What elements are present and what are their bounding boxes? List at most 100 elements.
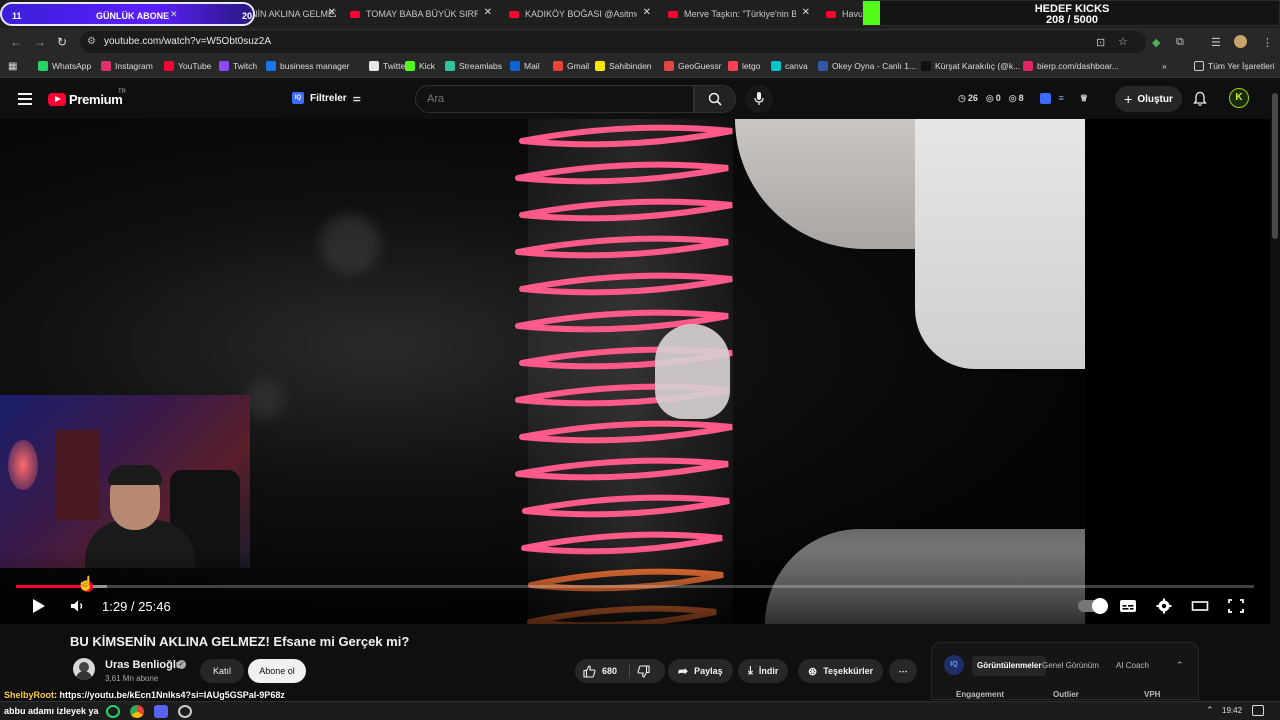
discord-taskbar-icon[interactable] xyxy=(154,705,168,718)
create-button[interactable]: + Oluştur xyxy=(1115,86,1182,112)
video-player[interactable]: ☝ 1:29 / 25:46 xyxy=(0,119,1270,624)
search-box[interactable] xyxy=(415,85,694,113)
all-bookmarks-label: Tüm Yer İşaretleri xyxy=(1208,61,1275,71)
hamburger-menu-icon[interactable] xyxy=(18,93,32,105)
browser-menu-icon[interactable]: ⋮ xyxy=(1262,36,1273,49)
forward-icon[interactable]: → xyxy=(34,35,46,49)
page-scrollbar[interactable] xyxy=(1270,79,1280,699)
subtitles-icon[interactable] xyxy=(1119,598,1137,614)
filters-button[interactable]: IQ Filtreler ⚌ xyxy=(292,92,361,104)
bookmark-item[interactable]: Twitch xyxy=(219,61,257,71)
bookmark-star-icon[interactable]: ☆ xyxy=(1118,35,1128,48)
bookmark-item[interactable]: Sahibinden xyxy=(595,61,652,71)
bookmark-item[interactable]: canva xyxy=(771,61,808,71)
download-button[interactable]: ⤓ İndir xyxy=(738,659,789,683)
bookmark-item[interactable]: Kick xyxy=(405,61,435,71)
sp-tab-views[interactable]: Görüntülenmeler xyxy=(972,656,1047,676)
browser-tab[interactable]: Havu xyxy=(826,4,862,24)
bookmark-item[interactable]: Kürşat Karakılıç (@k... xyxy=(921,61,1020,71)
profile-avatar-icon[interactable] xyxy=(1234,35,1247,48)
download-icon: ⤓ xyxy=(748,664,753,677)
url-text[interactable]: youtube.com/watch?v=W5Obt0suz2A xyxy=(104,36,271,47)
voice-search-button[interactable] xyxy=(745,85,773,113)
trophy-icon[interactable]: ♕ xyxy=(1080,93,1088,104)
coil-ring xyxy=(515,457,729,481)
close-tab-icon[interactable]: ✕ xyxy=(802,7,810,18)
obs-taskbar-icon[interactable] xyxy=(178,705,192,718)
channel-stats[interactable]: ◷ 26 ◎ 0 ◎ 8 ≡ ♕ xyxy=(958,93,1088,104)
extension-shield-icon[interactable]: ◆ xyxy=(1152,36,1160,49)
play-icon[interactable] xyxy=(32,598,46,614)
sp-tab-overview[interactable]: Genel Görünüm xyxy=(1037,656,1104,676)
bookmark-item[interactable]: Okey Oyna - Canlı 1... xyxy=(818,61,916,71)
okey-icon xyxy=(818,61,828,71)
search-input[interactable] xyxy=(427,93,677,105)
notifications-tray-icon[interactable] xyxy=(1252,705,1264,716)
join-button[interactable]: Katıl xyxy=(200,659,244,683)
browser-tab[interactable]: KADIKÖY BOĞASI @Asitmen İLE ✕ xyxy=(509,4,651,24)
bookmark-item[interactable]: bierp.com/dashboar... xyxy=(1023,61,1119,71)
site-info-icon[interactable]: ⚙ xyxy=(87,36,96,47)
bookmark-item[interactable]: business manager xyxy=(266,61,349,71)
progress-bar[interactable] xyxy=(16,581,1254,592)
collapse-chevron-icon[interactable]: ⌃ xyxy=(1176,660,1184,671)
subscribe-button[interactable]: Abone ol xyxy=(248,659,306,683)
bookmark-item[interactable]: YouTube xyxy=(164,61,211,71)
fullscreen-icon[interactable] xyxy=(1227,598,1245,614)
all-bookmarks[interactable]: Tüm Yer İşaretleri xyxy=(1194,61,1275,71)
volume-icon[interactable] xyxy=(70,599,86,613)
like-button[interactable]: 680 xyxy=(583,659,617,683)
autoplay-toggle[interactable] xyxy=(1078,598,1108,614)
address-bar[interactable]: ⚙ youtube.com/watch?v=W5Obt0suz2A ⊡ ☆ xyxy=(80,31,1146,53)
settings-gear-icon[interactable] xyxy=(1155,598,1173,614)
tray-chevron-icon[interactable]: ⌃ xyxy=(1206,705,1214,716)
back-icon[interactable]: ← xyxy=(10,35,22,49)
bookmark-item[interactable]: Instagram xyxy=(101,61,153,71)
reload-icon[interactable]: ↻ xyxy=(57,35,67,49)
bookmark-item[interactable]: WhatsApp xyxy=(38,61,91,71)
close-tab-icon[interactable]: ✕ xyxy=(484,7,492,18)
bookmark-item[interactable]: GeoGuessr xyxy=(664,61,721,71)
sp-tab-ai-coach[interactable]: AI Coach xyxy=(1111,656,1154,676)
channel-name[interactable]: Uras Benlioğlu xyxy=(105,659,183,671)
tab-close-partial-icon[interactable]: ✕ xyxy=(170,4,178,24)
browser-tab[interactable]: Merve Taşkın: "Türkiye'nin Beni ✕ xyxy=(668,4,810,24)
apps-grid-icon[interactable]: ▦ xyxy=(8,61,17,72)
search-button[interactable] xyxy=(694,85,736,113)
bookmark-label: Twitch xyxy=(233,61,258,71)
bookmark-item[interactable]: Mail xyxy=(510,61,540,71)
chat-message: : https://youtu.be/kEcn1Nnlks4?si=IAUg5G… xyxy=(54,690,285,700)
bookmark-item[interactable]: Streamlabs xyxy=(445,61,502,71)
vidiq-mini-icon[interactable] xyxy=(1039,93,1051,104)
bookmark-item[interactable]: Gmail xyxy=(553,61,589,71)
instagram-icon xyxy=(101,61,111,71)
subscriber-goal-overlay: 11 GÜNLÜK ABONE 20 xyxy=(0,2,255,26)
media-controls-icon[interactable]: ☰ xyxy=(1211,36,1221,49)
folder-icon xyxy=(1194,61,1204,71)
account-avatar[interactable]: K xyxy=(1229,88,1249,108)
dislike-button[interactable] xyxy=(637,659,650,683)
thanks-button[interactable]: ⊛ Teşekkürler xyxy=(798,659,884,683)
theater-mode-icon[interactable] xyxy=(1191,598,1209,614)
krat-icon xyxy=(921,61,931,71)
browser-tab[interactable]: TOMAY BABA BÜYÜK SIRRI ÇÖZ... ✕ xyxy=(350,4,492,24)
share-button[interactable]: ➦ Paylaş xyxy=(668,659,733,683)
bookmark-item[interactable]: letgo xyxy=(728,61,760,71)
close-tab-icon[interactable]: ✕ xyxy=(643,7,651,18)
extensions-icon[interactable]: ⧉ xyxy=(1176,36,1184,49)
notifications-bell-icon[interactable] xyxy=(1192,91,1208,107)
subscriber-goal-current: 11 xyxy=(12,11,22,21)
bookmark-item[interactable]: Twitter xyxy=(369,61,408,71)
create-label: Oluştur xyxy=(1137,93,1173,105)
channel-avatar[interactable] xyxy=(73,658,95,680)
whatsapp-taskbar-icon[interactable] xyxy=(106,705,120,718)
chrome-taskbar-icon[interactable] xyxy=(130,705,144,718)
more-bookmarks-icon[interactable]: » xyxy=(1162,61,1167,71)
more-actions-button[interactable]: ⋯ xyxy=(889,659,917,683)
youtube-logo-icon[interactable] xyxy=(48,93,66,106)
install-app-icon[interactable]: ⊡ xyxy=(1096,36,1105,49)
list-icon[interactable]: ≡ xyxy=(1059,93,1064,104)
close-tab-icon[interactable]: ✕ xyxy=(328,7,336,18)
youtube-brand[interactable]: Premium xyxy=(69,92,123,107)
scrollbar-thumb[interactable] xyxy=(1272,93,1278,239)
